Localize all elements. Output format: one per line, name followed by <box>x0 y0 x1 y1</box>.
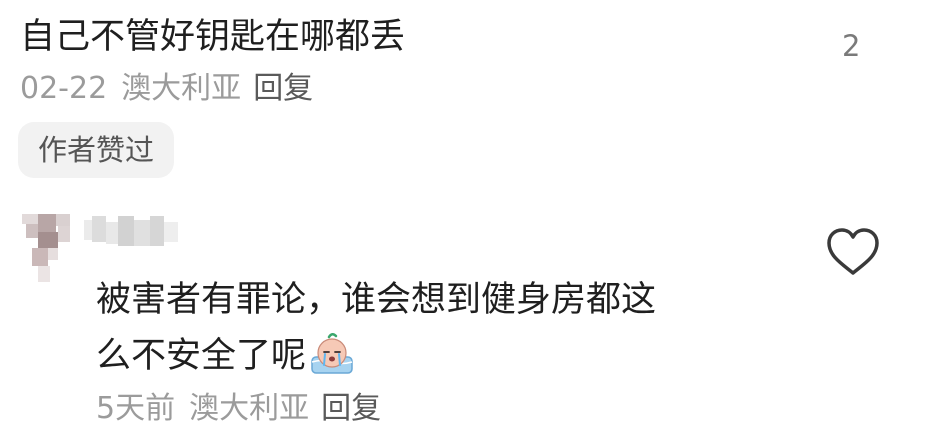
comment-text: 被害者有罪论，谁会想到健身房都这 么不安全了呢 <box>96 272 796 384</box>
heart-icon[interactable] <box>824 226 882 278</box>
crying-face-emoji-icon <box>311 333 353 374</box>
like-count: 2 <box>842 29 861 63</box>
username[interactable] <box>84 212 184 252</box>
author-liked-badge: 作者赞过 <box>18 122 175 178</box>
comment-text: 自己不管好钥匙在哪都丢 <box>20 17 406 57</box>
comment-date: 02-22 <box>20 71 108 106</box>
comment-meta: 02-22 澳大利亚 回复 <box>20 68 313 110</box>
comment-text-segment: 么不安全了呢 <box>96 336 307 376</box>
reply-button[interactable]: 回复 <box>321 391 381 426</box>
comment-meta: 5天前 澳大利亚 回复 <box>96 388 381 430</box>
comment-location: 澳大利亚 <box>121 71 242 106</box>
comment-text-line: 被害者有罪论，谁会想到健身房都这 <box>96 280 657 320</box>
heart-icon[interactable] <box>824 0 880 14</box>
avatar[interactable] <box>18 208 78 288</box>
comment-location: 澳大利亚 <box>189 391 310 426</box>
reply-button[interactable]: 回复 <box>253 71 313 106</box>
comment-time: 5天前 <box>96 391 176 426</box>
comment-text-line: 么不安全了呢 <box>96 328 796 384</box>
